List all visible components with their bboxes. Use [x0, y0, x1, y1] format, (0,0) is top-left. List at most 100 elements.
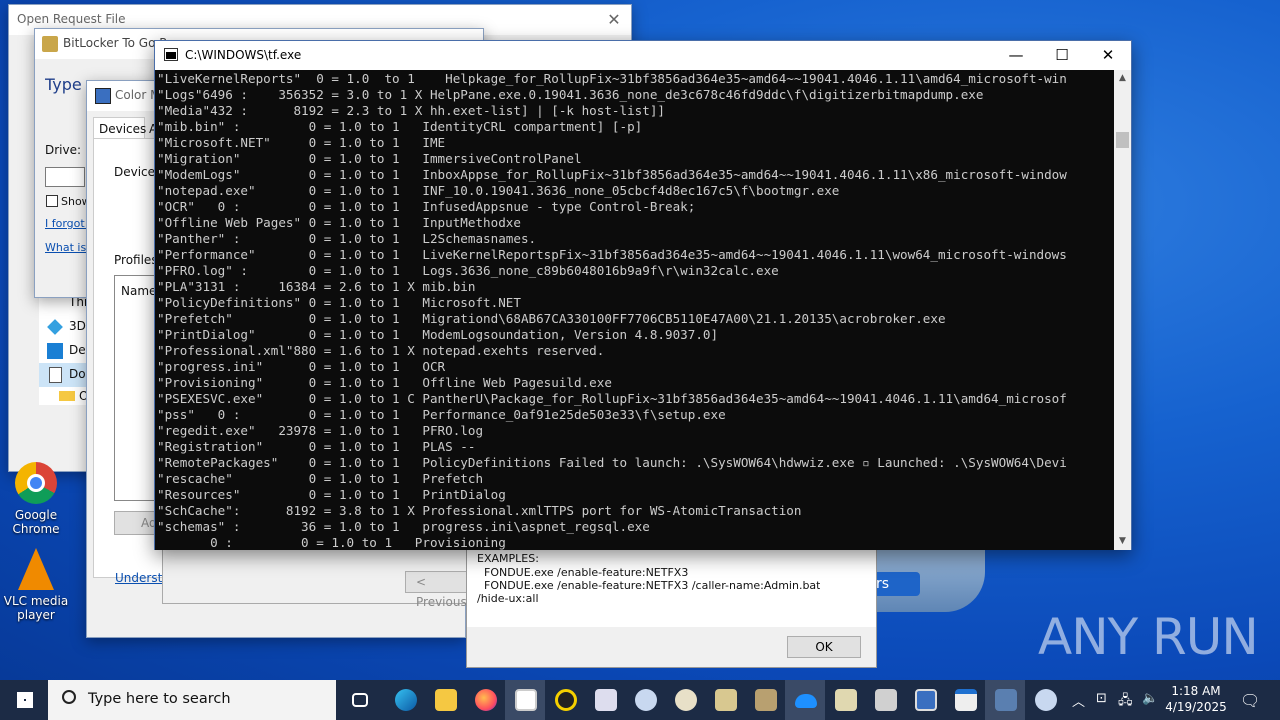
taskbar-console[interactable]	[505, 680, 545, 720]
console-line: "Panther" : 0 = 1.0 to 1 L2Schemasnames.	[157, 231, 537, 246]
taskbar-app-16[interactable]	[945, 680, 985, 720]
clock[interactable]: 1:18 AM 4/19/2025	[1160, 683, 1232, 715]
msg-line-4: /hide-ux:all	[477, 592, 539, 605]
console-line: "Media"432 : 8192 = 2.3 to 1 X hh.exet-l…	[157, 103, 665, 118]
console-titlebar[interactable]: C:\WINDOWS\tf.exe — ☐ ✕	[155, 41, 1131, 69]
console-line: "ModemLogs" 0 = 1.0 to 1 InboxAppse_for_…	[157, 167, 1067, 182]
chevron-up-icon[interactable]: ︿	[1072, 691, 1085, 710]
folder-icon	[59, 391, 75, 401]
edge-icon	[395, 689, 417, 711]
desktop-icon-chrome[interactable]: Google Chrome	[1, 462, 71, 536]
device-icon[interactable]: ⊡	[1096, 691, 1107, 706]
fondue-message-box[interactable]: EXAMPLES: FONDUE.exe /enable-feature:NET…	[466, 548, 877, 668]
notification-icon[interactable]: 🗨	[1240, 691, 1260, 710]
cube-icon	[47, 319, 63, 335]
console-line: "regedit.exe" 23978 = 1.0 to 1 PFRO.log	[157, 423, 484, 438]
console-line: "notepad.exe" 0 = 1.0 to 1 INF_10.0.1904…	[157, 183, 840, 198]
taskbar-app-15[interactable]	[905, 680, 945, 720]
chrome-label: Google Chrome	[12, 508, 60, 536]
taskbar-edge[interactable]	[385, 680, 425, 720]
chat-icon	[635, 689, 657, 711]
chat-icon	[1035, 689, 1057, 711]
minimize-icon[interactable]: —	[993, 41, 1039, 69]
window-icon	[955, 689, 977, 711]
console-window[interactable]: C:\WINDOWS\tf.exe — ☐ ✕ "LiveKernelRepor…	[154, 40, 1132, 550]
disk-icon	[595, 689, 617, 711]
console-line: "Performance" 0 = 1.0 to 1 LiveKernelRep…	[157, 247, 1067, 262]
console-line: "pss" 0 : 0 = 1.0 to 1 Performance_0af91…	[157, 407, 726, 422]
taskbar-app-18[interactable]	[1025, 680, 1065, 720]
console-line: "PFRO.log" : 0 = 1.0 to 1 Logs.3636_none…	[157, 263, 779, 278]
anyrun-watermark: ANY RUN	[1038, 608, 1259, 666]
close-icon[interactable]: ✕	[1085, 41, 1131, 69]
taskbar-app-7[interactable]	[585, 680, 625, 720]
taskbar-app-11[interactable]	[745, 680, 785, 720]
name-column-header[interactable]: Name	[121, 284, 156, 298]
desktop-icon	[47, 343, 63, 359]
volume-icon[interactable]: 🔈	[1142, 691, 1158, 706]
console-line: "RemotePackages" 0 = 1.0 to 1 PolicyDefi…	[157, 455, 1067, 470]
taskbar-onedrive[interactable]	[785, 680, 825, 720]
taskbar: Type here to search ︿ ⊡ 🖧 🔈 1:18 AM 4/19…	[0, 680, 1280, 720]
taskbar-app-6[interactable]	[545, 680, 585, 720]
taskbar-app-13[interactable]	[825, 680, 865, 720]
console-line: "Microsoft.NET" 0 = 1.0 to 1 IME	[157, 135, 446, 150]
chrome-icon	[15, 462, 57, 504]
console-output[interactable]: "LiveKernelReports" 0 = 1.0 to 1 Helpkag…	[155, 70, 1115, 550]
console-scrollbar[interactable]: ▲ ▼	[1114, 70, 1131, 550]
scroll-up-icon[interactable]: ▲	[1114, 70, 1131, 87]
console-line: "SchCache": 8192 = 3.8 to 1 X Profession…	[157, 503, 802, 518]
scroll-down-icon[interactable]: ▼	[1114, 533, 1131, 550]
taskbar-firefox[interactable]	[465, 680, 505, 720]
tool-icon	[755, 689, 777, 711]
task-view-button[interactable]	[340, 680, 380, 720]
desktop-icon-vlc[interactable]: VLC media player	[1, 548, 71, 622]
open-request-title: Open Request File	[17, 12, 126, 26]
profiles-label: Profiles	[114, 253, 158, 267]
tab-devices[interactable]: Devices	[93, 117, 147, 139]
monitor-icon	[915, 689, 937, 711]
console-line: "PLA"3131 : 16384 = 2.6 to 1 X mib.bin	[157, 279, 476, 294]
console-line: "Resources" 0 = 1.0 to 1 PrintDialog	[157, 487, 506, 502]
settings-tool-icon	[715, 689, 737, 711]
taskbar-app-9[interactable]	[665, 680, 705, 720]
device-label: Device:	[114, 165, 160, 179]
paint-icon	[675, 689, 697, 711]
taskbar-app-10[interactable]	[705, 680, 745, 720]
scroll-thumb[interactable]	[1116, 132, 1129, 148]
console-line: "PSEXESVC.exe" 0 = 1.0 to 1 C PantherU\P…	[157, 391, 1067, 406]
previous-button[interactable]: < Previous	[405, 571, 471, 609]
maximize-icon[interactable]: ☐	[1039, 41, 1085, 69]
ok-button[interactable]: OK	[787, 636, 861, 658]
taskbar-explorer[interactable]	[425, 680, 465, 720]
document-icon	[49, 367, 62, 383]
nav-item-3d[interactable]: 3D	[69, 319, 86, 333]
console-line: "Provisioning" 0 = 1.0 to 1 Offline Web …	[157, 375, 612, 390]
search-box[interactable]: Type here to search	[48, 680, 336, 720]
wizard-footer: < Previous	[162, 546, 472, 609]
folder-icon	[435, 689, 457, 711]
windows-logo-icon	[17, 692, 33, 708]
broadcast-icon	[555, 689, 577, 711]
start-button[interactable]	[4, 680, 44, 720]
password-field[interactable]	[45, 167, 85, 187]
close-icon[interactable]: ✕	[603, 9, 625, 31]
bitlocker-icon	[995, 689, 1017, 711]
console-line: "mib.bin" : 0 = 1.0 to 1 IdentityCRL com…	[157, 119, 643, 134]
wizard-icon	[835, 689, 857, 711]
search-icon	[62, 690, 76, 704]
console-line: "rescache" 0 = 1.0 to 1 Prefetch	[157, 471, 484, 486]
tab-devices-label: Devices	[99, 122, 147, 136]
console-line: 0 : 0 = 1.0 to 1 Provisioning	[157, 535, 506, 550]
network-icon[interactable]: 🖧	[1118, 691, 1133, 713]
task-view-icon	[352, 693, 368, 707]
console-app-icon	[164, 48, 178, 61]
firefox-icon	[475, 689, 497, 711]
show-checkbox[interactable]	[46, 195, 58, 207]
console-line: "Migration" 0 = 1.0 to 1 ImmersiveContro…	[157, 151, 582, 166]
taskbar-app-14[interactable]	[865, 680, 905, 720]
taskbar-app-17[interactable]	[985, 680, 1025, 720]
taskbar-app-8[interactable]	[625, 680, 665, 720]
msgbox-footer: OK	[467, 627, 876, 667]
vlc-label: VLC media player	[3, 594, 69, 622]
